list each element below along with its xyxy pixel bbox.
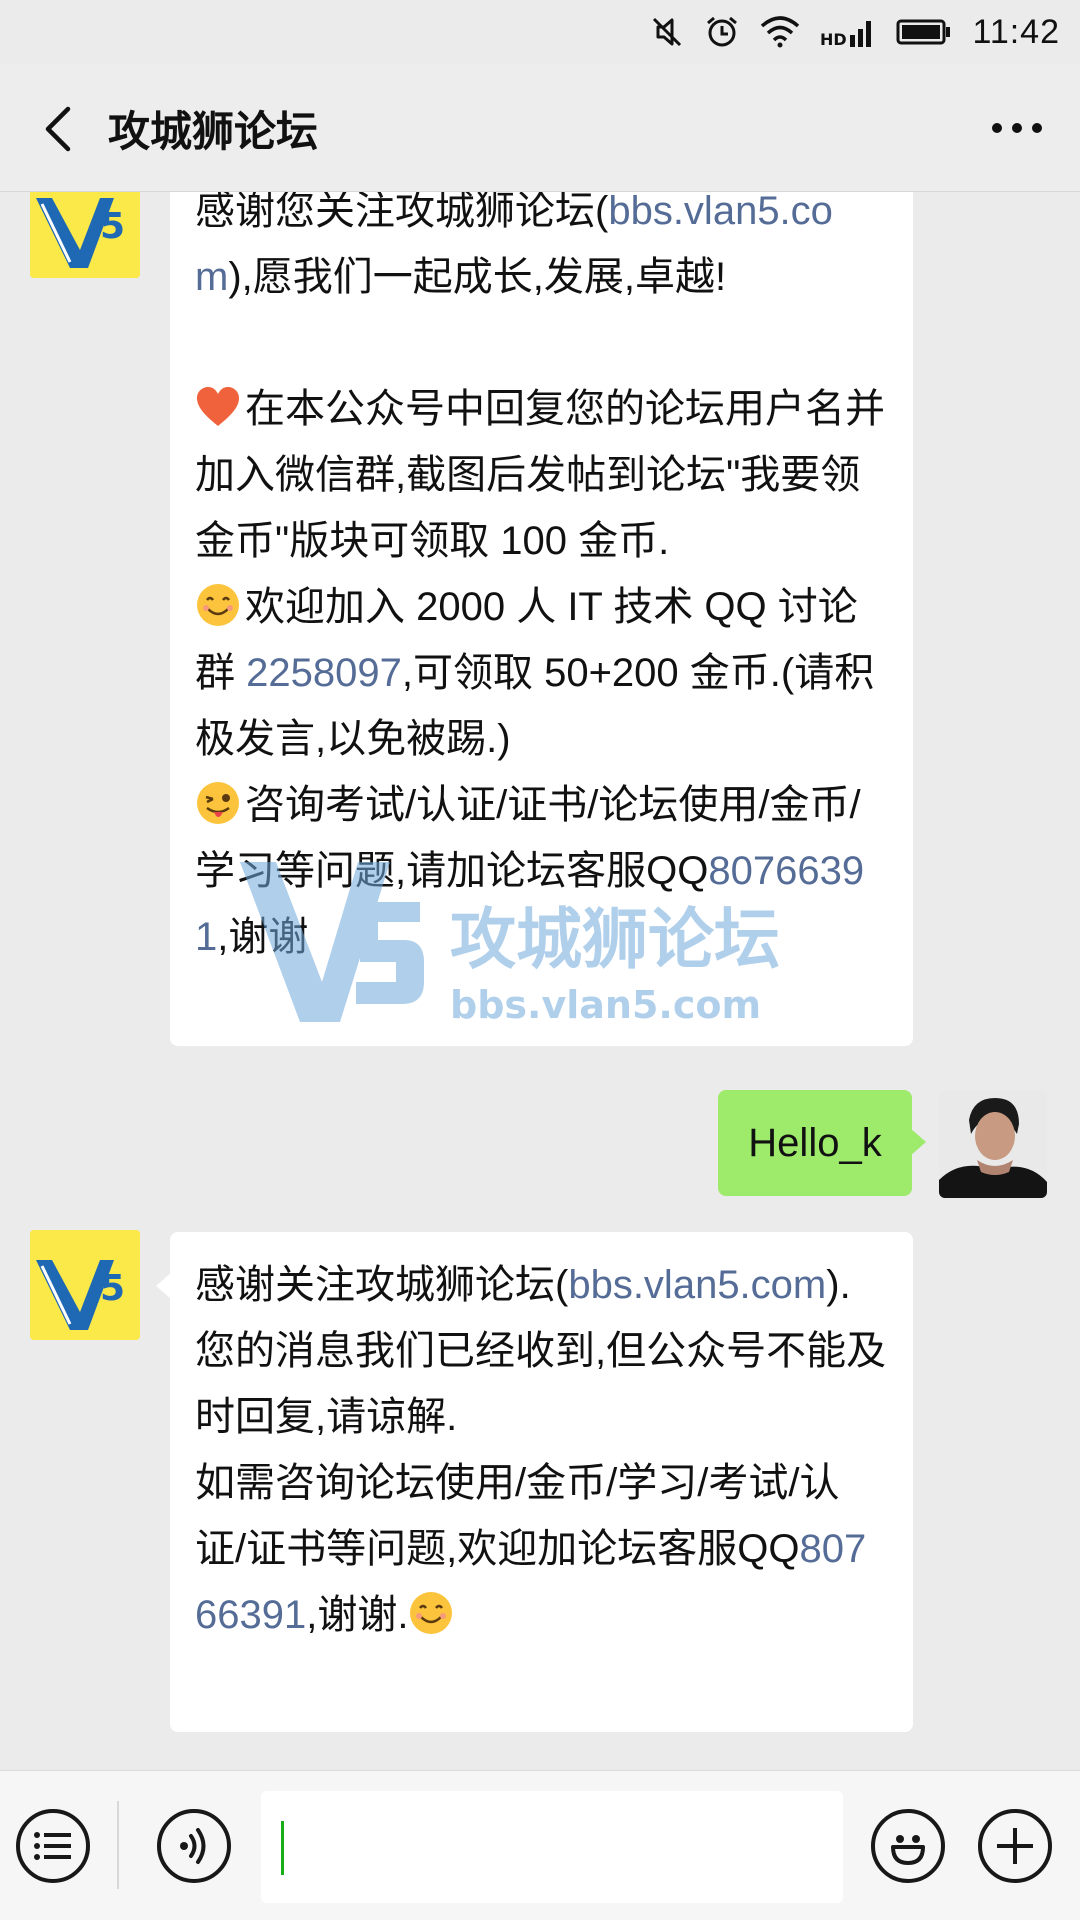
link[interactable]: bbs.vlan5.com xyxy=(568,1263,826,1307)
svg-text:5: 5 xyxy=(100,206,125,247)
svg-text:HD: HD xyxy=(820,30,847,49)
mute-icon xyxy=(653,17,682,47)
wifi-icon xyxy=(761,16,800,48)
chat-header: 攻城狮论坛 xyxy=(0,64,1080,192)
more-icon xyxy=(992,123,1042,133)
sender-avatar[interactable]: 5 xyxy=(30,1230,140,1340)
message-paragraph: 欢迎加入 2000 人 IT 技术 QQ 讨论群 2258097,可领取 50+… xyxy=(195,574,888,772)
message-bubble[interactable]: 感谢您关注攻城狮论坛(bbs.vlan5.com),愿我们一起成长,发展,卓越!… xyxy=(170,192,913,1046)
more-button[interactable] xyxy=(982,100,1052,156)
message-paragraph: 咨询考试/认证/证书/论坛使用/金币/学习等问题,请加论坛客服QQ8076639… xyxy=(195,772,888,970)
chevron-left-icon xyxy=(45,106,71,152)
text-caret xyxy=(281,1821,284,1875)
divider xyxy=(117,1801,119,1889)
heart-icon xyxy=(197,387,239,426)
sender-avatar[interactable]: 5 xyxy=(30,192,140,278)
message-bubble-outgoing[interactable]: Hello_k xyxy=(718,1090,926,1196)
voice-button[interactable] xyxy=(157,1809,231,1883)
voice-icon xyxy=(180,1828,206,1864)
v5-logo-icon: 5 xyxy=(30,1230,140,1340)
back-button[interactable] xyxy=(28,94,88,164)
status-time: 11:42 xyxy=(972,12,1060,51)
v5-logo-icon: 5 xyxy=(30,192,140,278)
status-icons: HD 11:42 xyxy=(650,12,1060,52)
plus-icon xyxy=(997,1828,1033,1864)
alarm-icon xyxy=(707,16,738,47)
emoji-button[interactable] xyxy=(871,1809,945,1883)
smile-icon xyxy=(197,584,239,626)
link[interactable]: 2258097 xyxy=(246,651,402,695)
message-paragraph: 感谢您关注攻城狮论坛(bbs.vlan5.com),愿我们一起成长,发展,卓越! xyxy=(195,192,888,310)
smile-icon xyxy=(410,1592,453,1634)
plus-button[interactable] xyxy=(978,1809,1052,1883)
input-bar xyxy=(0,1770,1080,1920)
message-bubble[interactable]: 感谢关注攻城狮论坛(bbs.vlan5.com). 您的消息我们已经收到,但公众… xyxy=(156,1232,913,1732)
message-paragraph: 如需咨询论坛使用/金币/学习/考试/认证/证书等问题,欢迎加论坛客服QQ8076… xyxy=(195,1461,867,1637)
menu-button[interactable] xyxy=(16,1809,90,1883)
page-title: 攻城狮论坛 xyxy=(108,108,319,155)
message-paragraph: 感谢关注攻城狮论坛(bbs.vlan5.com). xyxy=(195,1263,851,1307)
emoji-icon xyxy=(891,1835,925,1865)
user-avatar[interactable] xyxy=(939,1090,1047,1198)
wink-tongue-icon xyxy=(197,782,239,824)
user-photo-icon xyxy=(939,1090,1047,1198)
battery-icon xyxy=(896,19,951,45)
message-paragraph: 在本公众号中回复您的论坛用户名并加入微信群,截图后发帖到论坛"我要领金币"版块可… xyxy=(195,376,888,574)
message-paragraph: 您的消息我们已经收到,但公众号不能及时回复,请谅解. xyxy=(195,1329,887,1439)
hd-signal-icon: HD xyxy=(820,21,872,49)
message-list[interactable]: 5 感谢您关注攻城狮论坛(bbs.vlan5.com),愿我们一起成长,发展,卓… xyxy=(0,192,1080,1770)
status-bar: HD 11:42 xyxy=(0,0,1080,64)
menu-list-icon xyxy=(34,1832,71,1860)
svg-text:5: 5 xyxy=(100,1268,125,1309)
message-input[interactable] xyxy=(261,1791,843,1903)
